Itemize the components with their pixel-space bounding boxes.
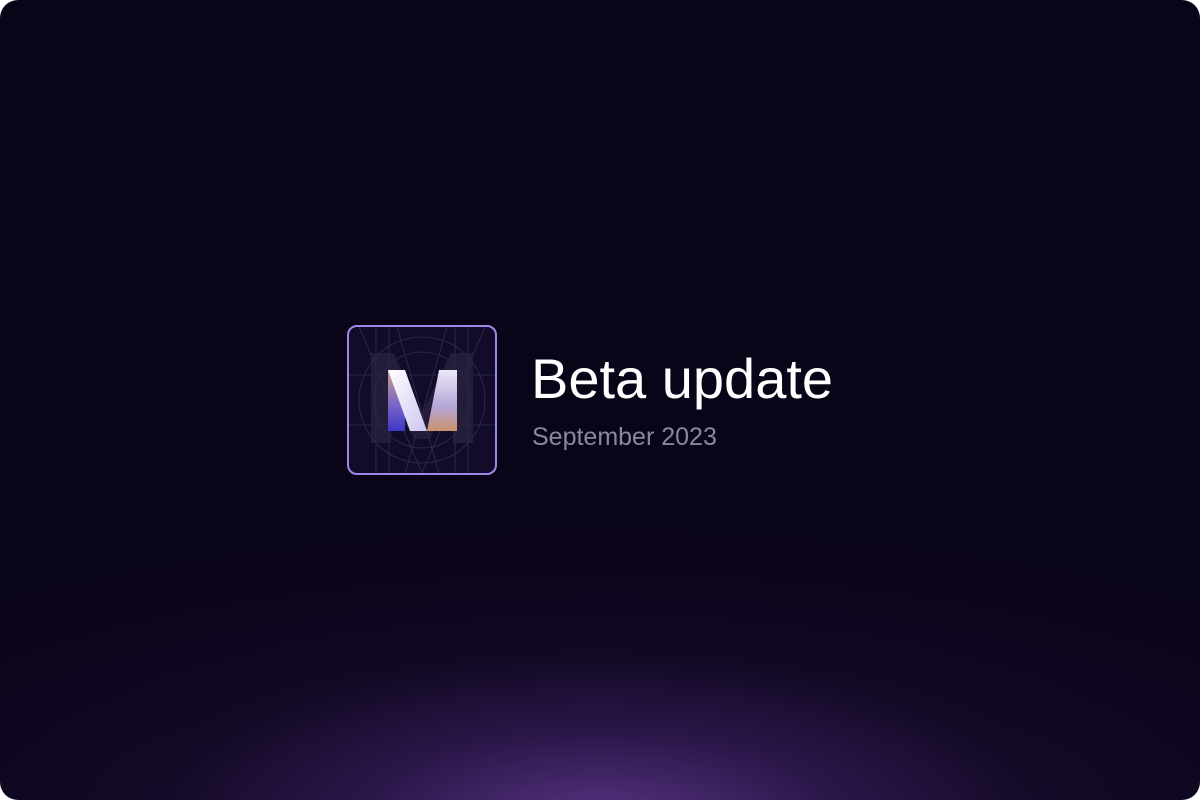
app-logo <box>347 325 497 475</box>
announcement-title: Beta update <box>531 347 834 410</box>
m-logo-icon <box>349 327 495 473</box>
announcement-card: Beta update September 2023 <box>0 0 1200 800</box>
announcement-date: September 2023 <box>532 423 717 451</box>
